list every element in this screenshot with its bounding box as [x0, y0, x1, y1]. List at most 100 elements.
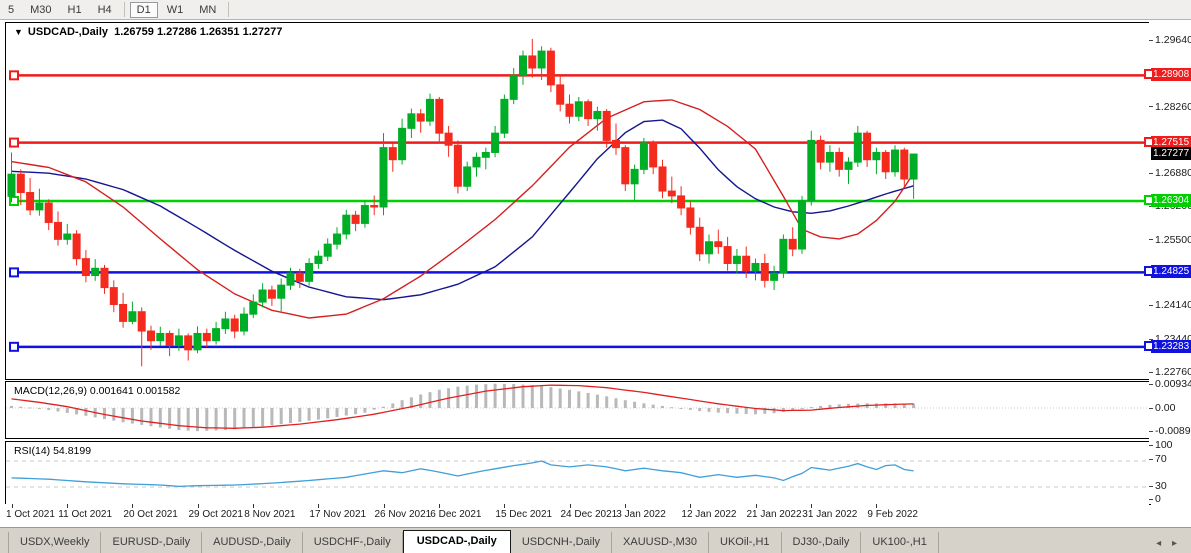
symbol-tab-usdcnh-daily[interactable]: USDCNH-,Daily — [511, 532, 612, 553]
symbol-tab-ukoil-h1[interactable]: UKOil-,H1 — [709, 532, 782, 553]
candle — [73, 230, 80, 265]
macd-bar — [177, 408, 180, 430]
chart-ohlc-values: 1.26759 1.27286 1.26351 1.27277 — [114, 26, 282, 38]
candle — [492, 126, 499, 157]
candle — [631, 165, 638, 201]
timeframe-button-d1[interactable]: D1 — [130, 2, 158, 18]
candle — [110, 280, 117, 312]
rsi-axis-tick — [1149, 499, 1153, 500]
macd-bar — [642, 403, 645, 408]
rsi-plot — [6, 442, 1148, 502]
line-handle[interactable] — [1144, 341, 1154, 351]
price-axis-tick — [1149, 305, 1153, 306]
macd-bar — [280, 408, 283, 424]
macd-bar — [429, 392, 432, 408]
line-handle[interactable] — [1144, 137, 1154, 147]
rsi-panel[interactable]: RSI(14) 54.8199 — [5, 441, 1151, 505]
symbol-tab-eurusd-daily[interactable]: EURUSD-,Daily — [101, 532, 202, 553]
date-axis-label: 31 Jan 2022 — [802, 509, 857, 520]
price-axis-tick — [1149, 106, 1153, 107]
macd-bar — [708, 408, 711, 412]
line-handle[interactable] — [10, 71, 18, 79]
macd-panel[interactable]: MACD(12,26,9) 0.001641 0.001582 — [5, 381, 1151, 439]
symbol-tab-xauusd-m30[interactable]: XAUUSD-,M30 — [612, 532, 709, 553]
date-axis-tick — [384, 504, 385, 508]
symbol-tab-usdcad-daily[interactable]: USDCAD-,Daily — [403, 530, 511, 553]
rsi-axis-label: 100 — [1155, 439, 1173, 451]
line-handle[interactable] — [1144, 195, 1154, 205]
macd-bar — [224, 408, 227, 430]
candle — [194, 326, 201, 353]
candle — [343, 210, 350, 239]
macd-bar — [531, 385, 534, 408]
macd-bar — [652, 405, 655, 408]
macd-bar — [308, 408, 311, 421]
macd-bar — [66, 408, 69, 413]
macd-bar — [382, 407, 385, 408]
macd-bar — [112, 408, 115, 421]
candle — [306, 258, 313, 286]
macd-bar — [587, 393, 590, 408]
candlestick-plot[interactable] — [6, 23, 1148, 377]
macd-bar — [438, 390, 441, 408]
timeframe-button-mn[interactable]: MN — [192, 2, 223, 18]
macd-bar — [140, 408, 143, 425]
candle — [371, 195, 378, 215]
candle — [278, 278, 285, 311]
candle — [92, 259, 99, 281]
candle — [27, 178, 34, 215]
line-handle[interactable] — [10, 139, 18, 147]
symbol-tab-dj30-daily[interactable]: DJ30-,Daily — [782, 532, 862, 553]
macd-bar — [345, 408, 348, 416]
macd-bar — [419, 394, 422, 408]
candle — [399, 119, 406, 165]
line-handle[interactable] — [10, 343, 18, 351]
candle — [436, 97, 443, 143]
candle — [733, 249, 740, 273]
chart-dropdown-caret[interactable]: ▼ — [14, 27, 23, 37]
candle — [845, 157, 852, 184]
macd-bar — [522, 385, 525, 408]
tab-scroll-arrows[interactable]: ◂ ▸ — [1156, 538, 1181, 549]
candle — [817, 136, 824, 170]
date-axis-label: 6 Dec 2021 — [430, 509, 481, 520]
macd-axis-label: 0.009345 — [1155, 378, 1191, 390]
candle — [64, 224, 71, 245]
symbol-tab-uk100-h1[interactable]: UK100-,H1 — [861, 532, 938, 553]
candle — [157, 327, 164, 346]
candle — [464, 162, 471, 191]
timeframe-button-5[interactable]: 5 — [1, 2, 21, 18]
candle — [529, 39, 536, 78]
line-handle[interactable] — [10, 268, 18, 276]
timeframe-button-w1[interactable]: W1 — [160, 2, 191, 18]
timeframe-button-m30[interactable]: M30 — [23, 2, 58, 18]
date-axis-tick — [504, 504, 505, 508]
chart-title: ▼USDCAD-,Daily 1.26759 1.27286 1.26351 1… — [14, 26, 282, 38]
macd-bar — [168, 408, 171, 429]
timeframe-button-h1[interactable]: H1 — [61, 2, 89, 18]
macd-bar — [354, 408, 357, 414]
candle — [808, 131, 815, 206]
macd-bar — [215, 408, 218, 430]
toolbar-separator — [228, 2, 229, 17]
candle — [120, 293, 127, 328]
candle — [622, 145, 629, 191]
candle — [454, 140, 461, 193]
candle — [520, 51, 527, 85]
candle — [213, 322, 220, 345]
symbol-tab-usdchf-daily[interactable]: USDCHF-,Daily — [303, 532, 403, 553]
price-chart-panel[interactable]: ▼USDCAD-,Daily 1.26759 1.27286 1.26351 1… — [5, 22, 1151, 380]
timeframe-button-h4[interactable]: H4 — [91, 2, 119, 18]
line-handle[interactable] — [1144, 69, 1154, 79]
candle — [482, 148, 489, 170]
date-axis-tick — [253, 504, 254, 508]
axis-price-badge-1.23283: 1.23283 — [1151, 340, 1191, 353]
candle — [129, 302, 136, 325]
candle — [268, 286, 275, 306]
candle — [715, 230, 722, 254]
symbol-tab-audusd-daily[interactable]: AUDUSD-,Daily — [202, 532, 303, 553]
price-axis-label: 1.29640 — [1155, 34, 1191, 46]
macd-bar — [484, 384, 487, 408]
line-handle[interactable] — [1144, 266, 1154, 276]
symbol-tab-usdx-weekly[interactable]: USDX,Weekly — [8, 532, 101, 553]
